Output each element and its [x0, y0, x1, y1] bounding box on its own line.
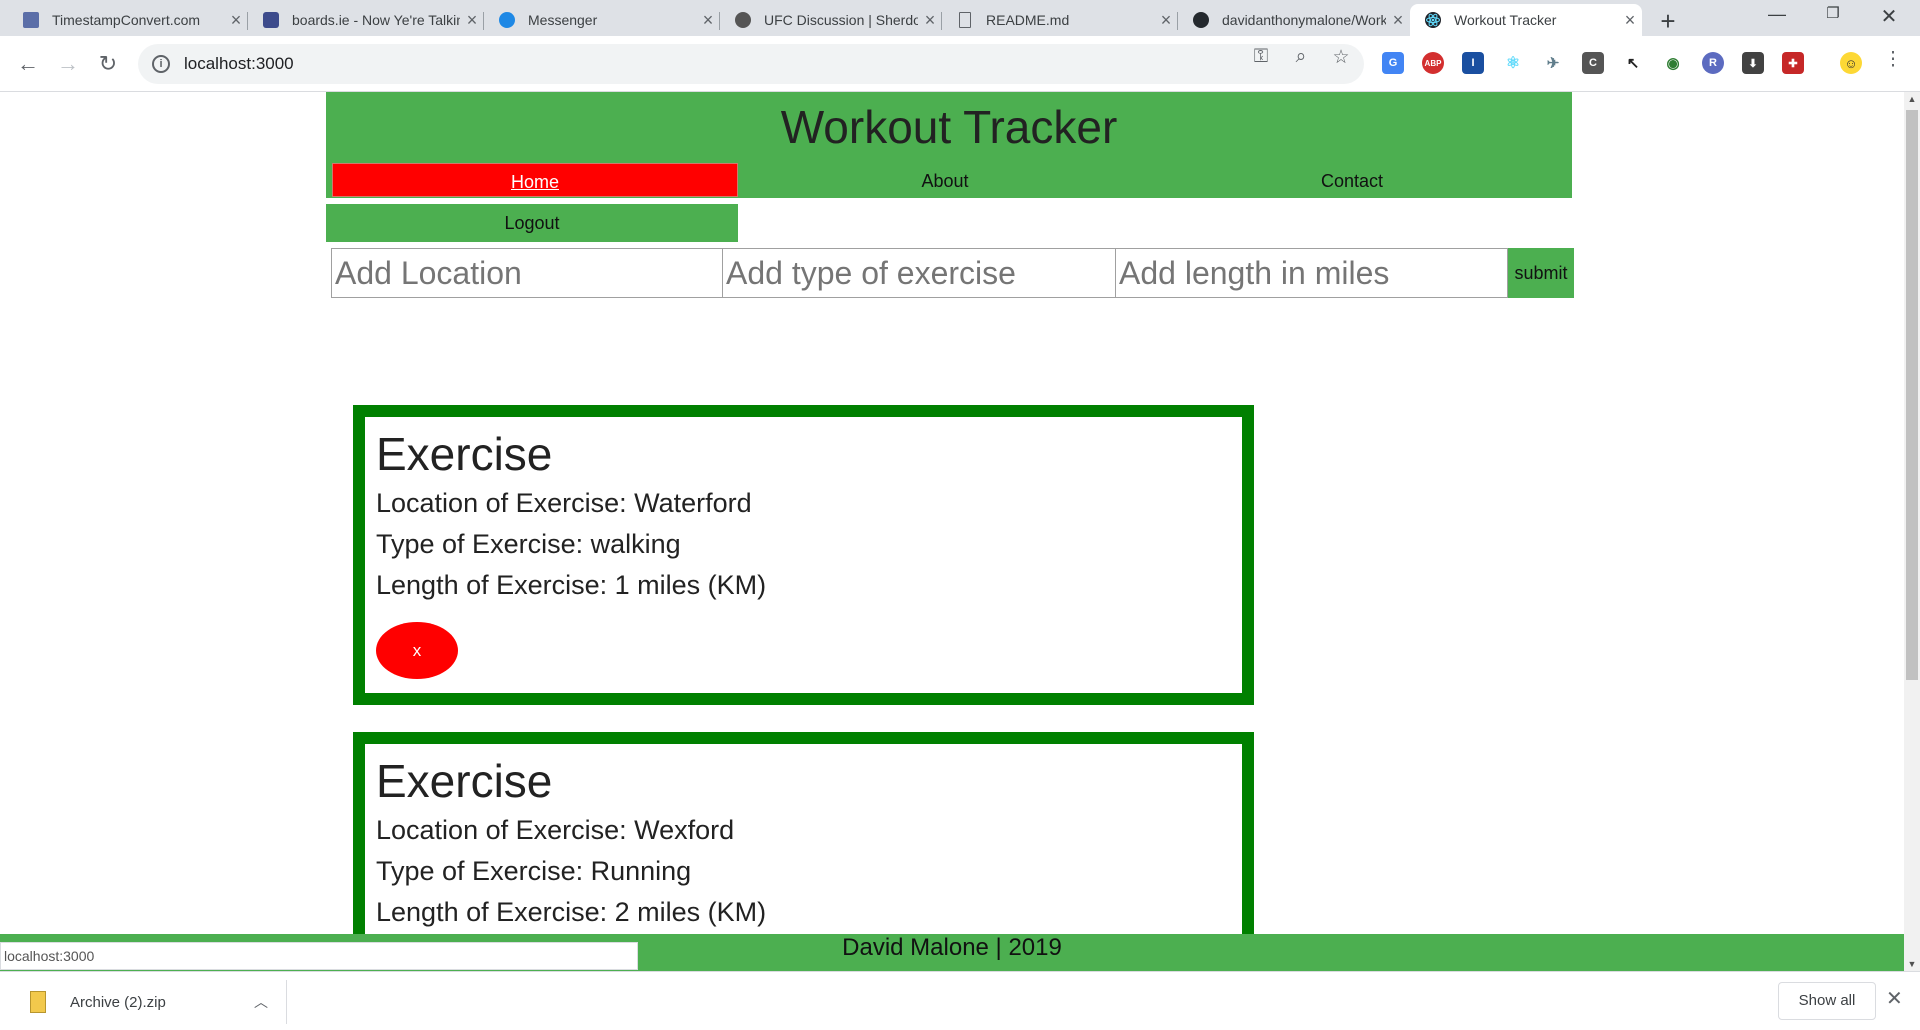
- download-ext-icon[interactable]: ⬇: [1742, 52, 1764, 74]
- exercise-length: Length of Exercise: 2 miles (KM): [376, 897, 767, 927]
- cursor-icon[interactable]: ↖: [1622, 52, 1644, 74]
- logout-button[interactable]: Logout: [326, 204, 738, 242]
- translate-icon[interactable]: G: [1382, 52, 1404, 74]
- extension-i-icon[interactable]: I: [1462, 52, 1484, 74]
- tab-readme[interactable]: README.md ×: [942, 4, 1178, 36]
- nav-about-link[interactable]: About: [742, 163, 1148, 197]
- download-filename: Archive (2).zip: [70, 993, 166, 1011]
- tab-boards[interactable]: boards.ie - Now Ye're Talking ×: [248, 4, 484, 36]
- menu-icon[interactable]: ⋮: [1882, 48, 1904, 71]
- shelf-divider: [286, 980, 287, 1024]
- length-input[interactable]: [1116, 248, 1508, 298]
- extension-c-icon[interactable]: C: [1582, 52, 1604, 74]
- tab-timestamp[interactable]: TimestampConvert.com ×: [8, 4, 248, 36]
- star-icon[interactable]: ☆: [1330, 46, 1352, 69]
- zip-file-icon: [30, 991, 46, 1013]
- profile-avatar[interactable]: ☺: [1840, 52, 1862, 74]
- tab-title: boards.ie - Now Ye're Talking: [292, 12, 460, 28]
- tab-title: Workout Tracker: [1454, 12, 1557, 28]
- info-icon[interactable]: i: [152, 55, 170, 73]
- exercise-type: Type of Exercise: Running: [376, 856, 692, 886]
- submit-button[interactable]: submit: [1508, 248, 1574, 298]
- tab-title: davidanthonymalone/Workout: [1222, 12, 1386, 28]
- forward-icon[interactable]: →: [54, 50, 82, 78]
- tab-github[interactable]: davidanthonymalone/Workout ×: [1178, 4, 1410, 36]
- page-viewport: Workout Tracker Home About Contact Logou…: [0, 92, 1904, 971]
- new-tab-button[interactable]: +: [1654, 6, 1682, 37]
- messenger-icon: [498, 11, 516, 29]
- extension-r-icon[interactable]: R: [1702, 52, 1724, 74]
- tab-messenger[interactable]: Messenger ×: [484, 4, 720, 36]
- document-icon: [956, 11, 974, 29]
- key-icon[interactable]: ⚿: [1250, 46, 1272, 68]
- exercise-card: Exercise Location of Exercise: Waterford…: [353, 405, 1254, 705]
- close-shelf-icon[interactable]: ✕: [1886, 986, 1903, 1011]
- window-close-icon[interactable]: ✕: [1866, 4, 1912, 29]
- close-icon[interactable]: ×: [224, 10, 248, 31]
- close-icon[interactable]: ×: [1386, 10, 1410, 31]
- exercise-location: Location of Exercise: Wexford: [376, 815, 735, 845]
- page-scrollbar[interactable]: ▲ ▼: [1904, 92, 1920, 971]
- react-icon: [1424, 11, 1442, 29]
- close-icon[interactable]: ×: [460, 10, 484, 31]
- app-header: Workout Tracker Home About Contact: [326, 92, 1572, 198]
- delete-exercise-button[interactable]: x: [376, 622, 458, 679]
- minimize-icon[interactable]: —: [1754, 4, 1800, 25]
- reload-icon[interactable]: ↻: [94, 50, 122, 78]
- sherdog-icon: [734, 11, 752, 29]
- nav-contact-link[interactable]: Contact: [1149, 163, 1555, 197]
- scroll-up-icon[interactable]: ▲: [1904, 94, 1920, 104]
- scroll-down-icon[interactable]: ▼: [1904, 959, 1920, 969]
- exercise-type: Type of Exercise: walking: [376, 529, 681, 559]
- extension-sound-icon[interactable]: ◉: [1662, 52, 1684, 74]
- exercise-heading: Exercise: [376, 428, 553, 480]
- location-input[interactable]: [331, 248, 723, 298]
- scrollbar-thumb[interactable]: [1906, 110, 1918, 680]
- tab-sherdog[interactable]: UFC Discussion | Sherdog ×: [720, 4, 942, 36]
- download-shelf: Archive (2).zip ︿ Show all ✕: [0, 971, 1920, 1030]
- close-icon[interactable]: ×: [918, 10, 942, 31]
- tab-title: UFC Discussion | Sherdog: [764, 12, 918, 28]
- tab-strip: TimestampConvert.com × boards.ie - Now Y…: [0, 0, 1920, 36]
- zoom-icon[interactable]: ⌕: [1290, 46, 1312, 68]
- close-icon[interactable]: ×: [1618, 10, 1642, 31]
- adblock-icon[interactable]: ABP: [1422, 52, 1444, 74]
- tab-workout-tracker[interactable]: Workout Tracker ×: [1410, 4, 1642, 36]
- add-exercise-form: submit: [331, 248, 1574, 298]
- restore-icon[interactable]: ❐: [1810, 4, 1856, 22]
- extension-puzzle-icon[interactable]: ✚: [1782, 52, 1804, 74]
- extension-bird-icon[interactable]: ✈: [1542, 52, 1564, 74]
- exercise-heading: Exercise: [376, 755, 553, 807]
- address-bar[interactable]: i localhost:3000: [138, 44, 1364, 84]
- timestamp-icon: [22, 11, 40, 29]
- show-all-button[interactable]: Show all: [1778, 982, 1876, 1020]
- nav-home-link[interactable]: Home: [332, 163, 738, 197]
- app-title: Workout Tracker: [780, 101, 1118, 153]
- back-icon[interactable]: ←: [14, 50, 42, 78]
- tab-title: README.md: [986, 12, 1070, 28]
- browser-toolbar: ← → ↻ i localhost:3000 ⚿ ⌕ ☆ G ABP I ⚛ ✈…: [0, 36, 1920, 92]
- status-bubble: localhost:3000: [0, 942, 638, 970]
- github-icon: [1192, 11, 1210, 29]
- download-item[interactable]: Archive (2).zip ︿: [18, 982, 286, 1022]
- exercise-type-input[interactable]: [723, 248, 1116, 298]
- exercise-length: Length of Exercise: 1 miles (KM): [376, 570, 767, 600]
- close-icon[interactable]: ×: [696, 10, 720, 31]
- close-icon[interactable]: ×: [1154, 10, 1178, 31]
- exercise-location: Location of Exercise: Waterford: [376, 488, 752, 518]
- tab-title: TimestampConvert.com: [52, 12, 201, 28]
- boards-icon: [262, 11, 280, 29]
- react-devtools-icon[interactable]: ⚛: [1502, 52, 1524, 74]
- url-text[interactable]: localhost:3000: [184, 54, 294, 74]
- tab-title: Messenger: [528, 12, 598, 28]
- chevron-up-icon[interactable]: ︿: [254, 992, 268, 1012]
